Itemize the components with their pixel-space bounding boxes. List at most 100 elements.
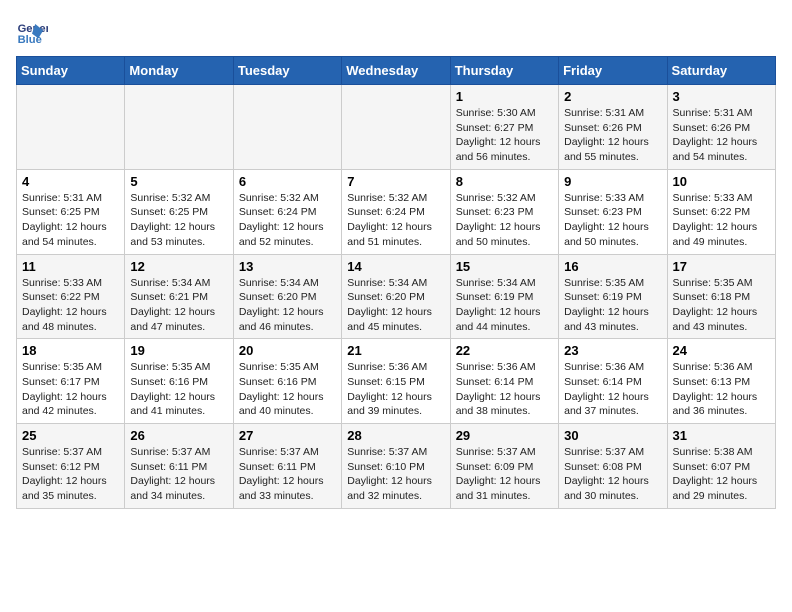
day-number: 19 — [130, 343, 227, 358]
day-cell: 27 Sunrise: 5:37 AM Sunset: 6:11 PM Dayli… — [233, 424, 341, 509]
day-cell: 12 Sunrise: 5:34 AM Sunset: 6:21 PM Dayli… — [125, 254, 233, 339]
day-number: 9 — [564, 174, 661, 189]
day-cell: 11Sunrise: 5:33 AM Sunset: 6:22 PM Dayli… — [17, 254, 125, 339]
header-wednesday: Wednesday — [342, 57, 450, 85]
header-saturday: Saturday — [667, 57, 775, 85]
day-info: Sunrise: 5:32 AM Sunset: 6:24 PM Dayligh… — [347, 191, 444, 250]
day-cell: 30Sunrise: 5:37 AM Sunset: 6:08 PM Dayli… — [559, 424, 667, 509]
day-number: 23 — [564, 343, 661, 358]
week-row-3: 11Sunrise: 5:33 AM Sunset: 6:22 PM Dayli… — [17, 254, 776, 339]
calendar-body: 1 Sunrise: 5:30 AM Sunset: 6:27 PM Daylig… — [17, 85, 776, 509]
day-info: Sunrise: 5:35 AM Sunset: 6:16 PM Dayligh… — [130, 360, 227, 419]
day-cell: 2 Sunrise: 5:31 AM Sunset: 6:26 PM Daylig… — [559, 85, 667, 170]
calendar-table: SundayMondayTuesdayWednesdayThursdayFrid… — [16, 56, 776, 509]
day-cell: 16 Sunrise: 5:35 AM Sunset: 6:19 PM Dayli… — [559, 254, 667, 339]
day-cell: 20Sunrise: 5:35 AM Sunset: 6:16 PM Dayli… — [233, 339, 341, 424]
header-sunday: Sunday — [17, 57, 125, 85]
day-info: Sunrise: 5:31 AM Sunset: 6:26 PM Dayligh… — [564, 106, 661, 165]
day-number: 5 — [130, 174, 227, 189]
day-cell: 15Sunrise: 5:34 AM Sunset: 6:19 PM Dayli… — [450, 254, 558, 339]
week-row-2: 4Sunrise: 5:31 AM Sunset: 6:25 PM Daylig… — [17, 169, 776, 254]
day-cell: 6 Sunrise: 5:32 AM Sunset: 6:24 PM Daylig… — [233, 169, 341, 254]
day-cell: 4Sunrise: 5:31 AM Sunset: 6:25 PM Daylig… — [17, 169, 125, 254]
logo: General Blue — [16, 16, 52, 48]
day-number: 18 — [22, 343, 119, 358]
day-number: 16 — [564, 259, 661, 274]
day-cell: 14Sunrise: 5:34 AM Sunset: 6:20 PM Dayli… — [342, 254, 450, 339]
day-number: 2 — [564, 89, 661, 104]
day-info: Sunrise: 5:34 AM Sunset: 6:21 PM Dayligh… — [130, 276, 227, 335]
day-number: 22 — [456, 343, 553, 358]
day-cell: 7 Sunrise: 5:32 AM Sunset: 6:24 PM Daylig… — [342, 169, 450, 254]
day-number: 17 — [673, 259, 770, 274]
day-cell: 26 Sunrise: 5:37 AM Sunset: 6:11 PM Dayli… — [125, 424, 233, 509]
week-row-5: 25 Sunrise: 5:37 AM Sunset: 6:12 PM Dayli… — [17, 424, 776, 509]
day-info: Sunrise: 5:30 AM Sunset: 6:27 PM Dayligh… — [456, 106, 553, 165]
day-number: 7 — [347, 174, 444, 189]
header-monday: Monday — [125, 57, 233, 85]
day-info: Sunrise: 5:33 AM Sunset: 6:23 PM Dayligh… — [564, 191, 661, 250]
day-cell — [233, 85, 341, 170]
day-info: Sunrise: 5:35 AM Sunset: 6:18 PM Dayligh… — [673, 276, 770, 335]
day-cell: 18 Sunrise: 5:35 AM Sunset: 6:17 PM Dayli… — [17, 339, 125, 424]
day-number: 6 — [239, 174, 336, 189]
day-info: Sunrise: 5:35 AM Sunset: 6:16 PM Dayligh… — [239, 360, 336, 419]
day-info: Sunrise: 5:32 AM Sunset: 6:24 PM Dayligh… — [239, 191, 336, 250]
day-number: 10 — [673, 174, 770, 189]
week-row-4: 18 Sunrise: 5:35 AM Sunset: 6:17 PM Dayli… — [17, 339, 776, 424]
calendar-header: SundayMondayTuesdayWednesdayThursdayFrid… — [17, 57, 776, 85]
day-number: 25 — [22, 428, 119, 443]
day-number: 29 — [456, 428, 553, 443]
day-info: Sunrise: 5:34 AM Sunset: 6:19 PM Dayligh… — [456, 276, 553, 335]
day-number: 14 — [347, 259, 444, 274]
day-number: 24 — [673, 343, 770, 358]
header-row: SundayMondayTuesdayWednesdayThursdayFrid… — [17, 57, 776, 85]
day-cell: 29 Sunrise: 5:37 AM Sunset: 6:09 PM Dayli… — [450, 424, 558, 509]
day-number: 11 — [22, 259, 119, 274]
day-number: 1 — [456, 89, 553, 104]
day-number: 28 — [347, 428, 444, 443]
logo-icon: General Blue — [16, 16, 48, 48]
day-info: Sunrise: 5:38 AM Sunset: 6:07 PM Dayligh… — [673, 445, 770, 504]
day-cell — [342, 85, 450, 170]
day-info: Sunrise: 5:33 AM Sunset: 6:22 PM Dayligh… — [673, 191, 770, 250]
day-cell: 24 Sunrise: 5:36 AM Sunset: 6:13 PM Dayli… — [667, 339, 775, 424]
day-info: Sunrise: 5:37 AM Sunset: 6:11 PM Dayligh… — [130, 445, 227, 504]
day-info: Sunrise: 5:36 AM Sunset: 6:14 PM Dayligh… — [564, 360, 661, 419]
day-cell: 25 Sunrise: 5:37 AM Sunset: 6:12 PM Dayli… — [17, 424, 125, 509]
header-thursday: Thursday — [450, 57, 558, 85]
day-cell: 28 Sunrise: 5:37 AM Sunset: 6:10 PM Dayli… — [342, 424, 450, 509]
day-info: Sunrise: 5:35 AM Sunset: 6:17 PM Dayligh… — [22, 360, 119, 419]
day-number: 13 — [239, 259, 336, 274]
day-cell: 10 Sunrise: 5:33 AM Sunset: 6:22 PM Dayli… — [667, 169, 775, 254]
day-cell: 31Sunrise: 5:38 AM Sunset: 6:07 PM Dayli… — [667, 424, 775, 509]
day-info: Sunrise: 5:31 AM Sunset: 6:26 PM Dayligh… — [673, 106, 770, 165]
day-info: Sunrise: 5:37 AM Sunset: 6:11 PM Dayligh… — [239, 445, 336, 504]
day-info: Sunrise: 5:37 AM Sunset: 6:12 PM Dayligh… — [22, 445, 119, 504]
day-cell: 21Sunrise: 5:36 AM Sunset: 6:15 PM Dayli… — [342, 339, 450, 424]
day-cell: 22 Sunrise: 5:36 AM Sunset: 6:14 PM Dayli… — [450, 339, 558, 424]
day-info: Sunrise: 5:31 AM Sunset: 6:25 PM Dayligh… — [22, 191, 119, 250]
header-friday: Friday — [559, 57, 667, 85]
day-info: Sunrise: 5:35 AM Sunset: 6:19 PM Dayligh… — [564, 276, 661, 335]
day-info: Sunrise: 5:36 AM Sunset: 6:14 PM Dayligh… — [456, 360, 553, 419]
day-number: 27 — [239, 428, 336, 443]
day-cell: 1 Sunrise: 5:30 AM Sunset: 6:27 PM Daylig… — [450, 85, 558, 170]
day-number: 21 — [347, 343, 444, 358]
day-info: Sunrise: 5:34 AM Sunset: 6:20 PM Dayligh… — [239, 276, 336, 335]
day-info: Sunrise: 5:36 AM Sunset: 6:13 PM Dayligh… — [673, 360, 770, 419]
header-tuesday: Tuesday — [233, 57, 341, 85]
day-number: 26 — [130, 428, 227, 443]
page-header: General Blue — [16, 16, 776, 48]
day-cell: 8Sunrise: 5:32 AM Sunset: 6:23 PM Daylig… — [450, 169, 558, 254]
day-info: Sunrise: 5:37 AM Sunset: 6:10 PM Dayligh… — [347, 445, 444, 504]
day-cell: 19 Sunrise: 5:35 AM Sunset: 6:16 PM Dayli… — [125, 339, 233, 424]
day-number: 8 — [456, 174, 553, 189]
day-cell: 9 Sunrise: 5:33 AM Sunset: 6:23 PM Daylig… — [559, 169, 667, 254]
day-cell: 5Sunrise: 5:32 AM Sunset: 6:25 PM Daylig… — [125, 169, 233, 254]
day-number: 3 — [673, 89, 770, 104]
day-cell: 17 Sunrise: 5:35 AM Sunset: 6:18 PM Dayli… — [667, 254, 775, 339]
day-info: Sunrise: 5:37 AM Sunset: 6:09 PM Dayligh… — [456, 445, 553, 504]
day-number: 12 — [130, 259, 227, 274]
day-cell: 13 Sunrise: 5:34 AM Sunset: 6:20 PM Dayli… — [233, 254, 341, 339]
